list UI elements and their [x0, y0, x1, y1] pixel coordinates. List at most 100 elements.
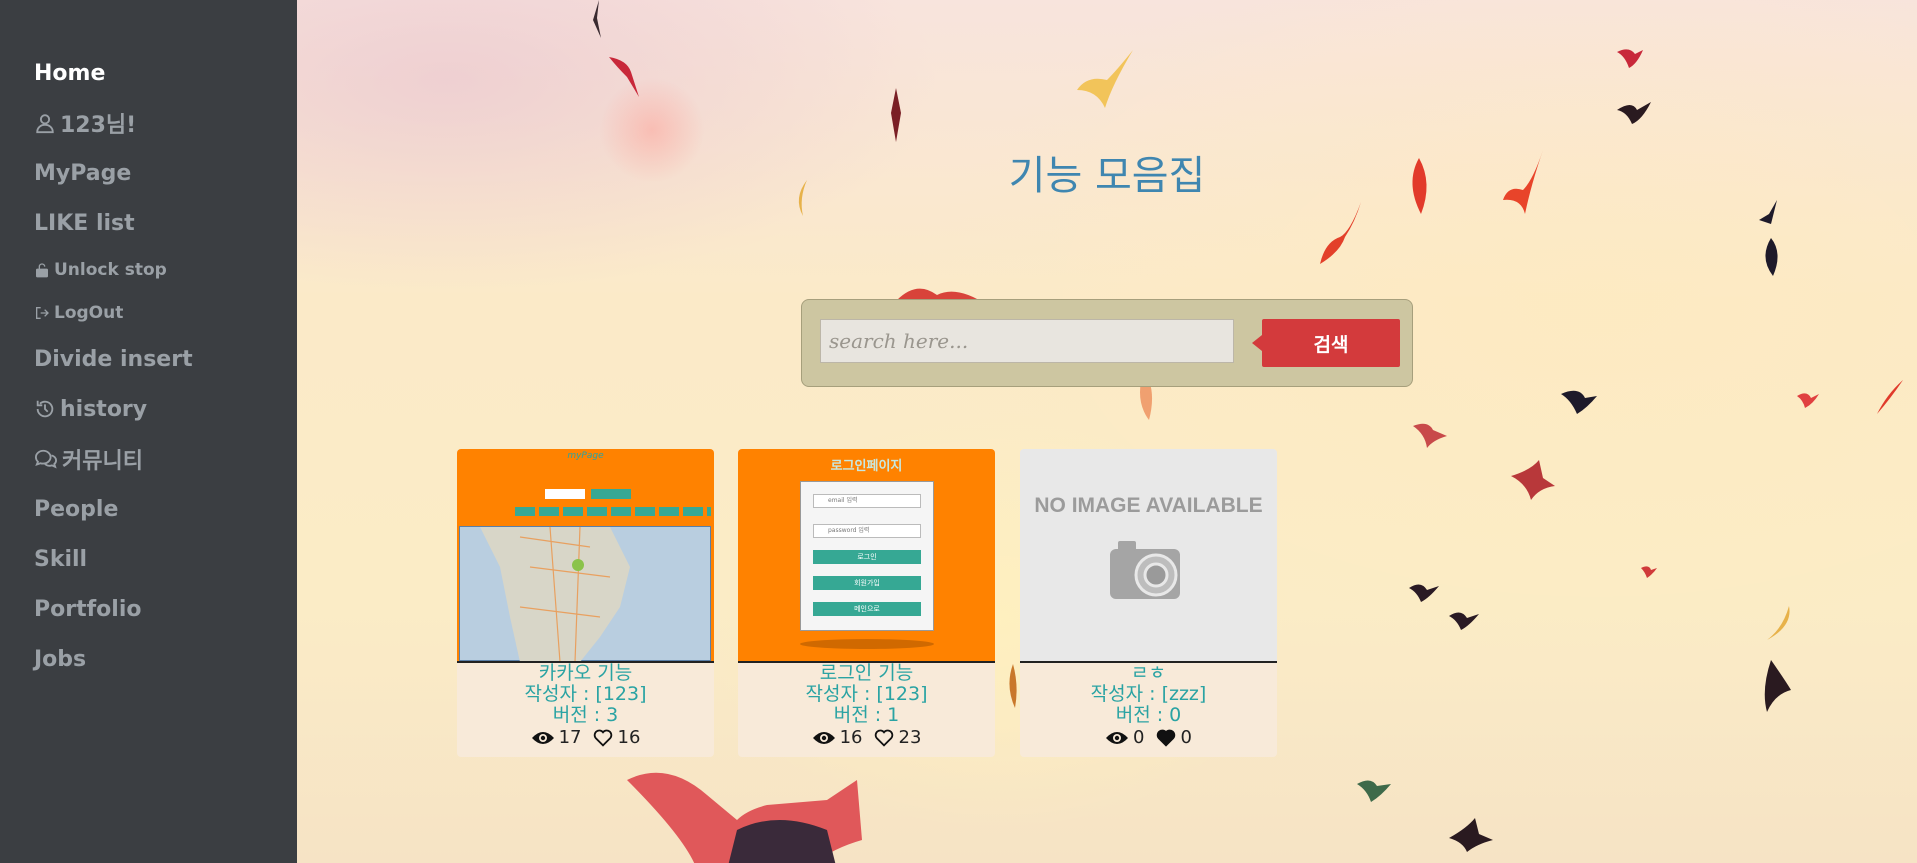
- like-count: 0: [1180, 727, 1192, 748]
- sidebar-item-portfolio[interactable]: Portfolio: [0, 584, 297, 634]
- map-preview: [459, 526, 711, 661]
- bird-decoration-icon: [1413, 423, 1447, 448]
- sidebar-item-history[interactable]: history: [0, 384, 297, 434]
- bird-decoration-icon: [1877, 380, 1903, 414]
- view-count: 0: [1133, 727, 1145, 748]
- sidebar-item-label: People: [34, 496, 119, 522]
- feature-card[interactable]: 로그인페이지 email 입력 password 입력 로그인 회원가입 메인으…: [738, 449, 995, 757]
- thumbnail-title: 로그인페이지: [830, 459, 903, 474]
- thumbnail-button: 메인으로: [813, 602, 921, 616]
- feature-card[interactable]: myPage 카카오 기능 작성자 : [123] 버전 : 3 17 16: [457, 449, 714, 757]
- sidebar-item-label: Divide insert: [34, 346, 193, 372]
- card-thumbnail[interactable]: myPage: [457, 449, 714, 663]
- user-icon: [34, 112, 56, 134]
- card-version: 버전 : 1: [833, 704, 900, 726]
- sidebar-item-mypage[interactable]: MyPage: [0, 148, 297, 198]
- sidebar-item-label: Home: [34, 60, 106, 86]
- bird-decoration-icon: [593, 0, 601, 38]
- card-stats: 0 0: [1020, 727, 1277, 749]
- thumbnail-button: 로그인: [813, 550, 921, 564]
- sidebar-item-label: Unlock stop: [54, 259, 167, 280]
- history-icon: [34, 398, 56, 420]
- bird-decoration-icon: [1511, 460, 1555, 500]
- bird-decoration-icon: [1449, 818, 1493, 852]
- card-version: 버전 : 0: [1115, 704, 1182, 726]
- sidebar-item-jobs[interactable]: Jobs: [0, 634, 297, 684]
- eye-icon: [812, 732, 835, 744]
- sidebar-item-divide-insert[interactable]: Divide insert: [0, 334, 297, 384]
- bird-decoration-icon: [1641, 566, 1657, 578]
- bird-decoration-icon: [1320, 202, 1361, 264]
- thumbnail-field: password 입력: [813, 524, 921, 538]
- bird-decoration-icon: [1617, 102, 1651, 124]
- card-title: 카카오 기능: [538, 662, 633, 684]
- heart-outline-icon[interactable]: [873, 729, 895, 747]
- sidebar-item-label: LIKE list: [34, 210, 135, 236]
- card-author: 작성자 : [123]: [805, 683, 928, 705]
- thumbnail-field: email 입력: [813, 494, 921, 508]
- like-count: 23: [898, 727, 922, 748]
- card-version: 버전 : 3: [552, 704, 619, 726]
- bird-decoration-icon: [1617, 49, 1643, 68]
- sidebar-item-community[interactable]: 커뮤니티: [0, 434, 297, 484]
- search-input[interactable]: [820, 319, 1234, 363]
- bird-decoration-icon: [1765, 238, 1778, 276]
- sidebar-item-like-list[interactable]: LIKE list: [0, 198, 297, 248]
- sidebar-item-label: Portfolio: [34, 596, 142, 622]
- heart-filled-icon[interactable]: [1155, 729, 1177, 747]
- thumbnail-title: myPage: [567, 451, 604, 461]
- thumbnail-button: 회원가입: [813, 576, 921, 590]
- sidebar-item-label: MyPage: [34, 160, 132, 186]
- sidebar-item-label: history: [60, 396, 148, 422]
- card-author: 작성자 : [123]: [524, 683, 647, 705]
- view-count: 17: [558, 727, 582, 748]
- bird-decoration-icon: [891, 88, 901, 142]
- unlock-icon: [34, 262, 50, 278]
- sidebar-item-label: Skill: [34, 546, 88, 572]
- like-count: 16: [617, 727, 641, 748]
- bird-decoration-icon: [1357, 780, 1391, 802]
- card-thumbnail[interactable]: 로그인페이지 email 입력 password 입력 로그인 회원가입 메인으…: [738, 449, 995, 663]
- eye-icon: [531, 732, 554, 744]
- card-stats: 17 16: [457, 727, 714, 749]
- sidebar-item-label: Jobs: [34, 646, 87, 672]
- logout-icon: [34, 305, 50, 321]
- sidebar-item-skill[interactable]: Skill: [0, 534, 297, 584]
- bird-decoration-icon: [1764, 660, 1791, 712]
- card-author: 작성자 : [zzz]: [1090, 683, 1207, 705]
- bird-decoration-icon: [1767, 606, 1790, 640]
- bird-decoration-icon: [1077, 50, 1133, 108]
- sidebar-item-user[interactable]: 123님!: [0, 98, 297, 148]
- no-image-text: NO IMAGE AVAILABLE: [1034, 494, 1263, 517]
- card-thumbnail[interactable]: NO IMAGE AVAILABLE: [1020, 449, 1277, 663]
- page-title: 기능 모음집: [1008, 153, 1206, 199]
- search-button[interactable]: 검색: [1252, 319, 1400, 367]
- card-title: 로그인 기능: [819, 662, 914, 684]
- sidebar-item-unlock-stop[interactable]: Unlock stop: [0, 248, 297, 291]
- eye-icon: [1106, 732, 1129, 744]
- sidebar-item-home[interactable]: Home: [0, 48, 297, 98]
- person-silhouette-icon: [627, 772, 862, 863]
- sidebar-item-label: LogOut: [54, 302, 124, 323]
- sidebar-item-label: 커뮤니티: [62, 449, 143, 474]
- sidebar-item-label: 123님!: [60, 113, 137, 138]
- bird-decoration-icon: [1009, 664, 1017, 708]
- bird-decoration-icon: [1561, 390, 1597, 414]
- bird-decoration-icon: [1449, 612, 1479, 630]
- card-stats: 16 23: [738, 727, 995, 749]
- main-content: 기능 모음집 검색 myPage 카카오 기능 작성자 : [123] 버전 :…: [297, 0, 1917, 863]
- feature-card[interactable]: NO IMAGE AVAILABLE ㄹㅎ 작성자 : [zzz] 버전 : 0…: [1020, 449, 1277, 757]
- search-box: 검색: [801, 299, 1413, 387]
- sidebar-item-logout[interactable]: LogOut: [0, 291, 297, 334]
- bird-decoration-icon: [1797, 393, 1819, 408]
- camera-icon: [1110, 541, 1180, 599]
- heart-outline-icon[interactable]: [592, 729, 614, 747]
- view-count: 16: [839, 727, 863, 748]
- bird-decoration-icon: [1759, 200, 1777, 224]
- card-title: ㄹㅎ: [1131, 662, 1166, 684]
- bird-decoration-icon: [609, 57, 639, 97]
- bird-decoration-icon: [1409, 584, 1439, 602]
- chat-icon: [34, 448, 58, 470]
- sidebar: Home 123님! MyPage LIKE list Unlock stop …: [0, 0, 297, 863]
- sidebar-item-people[interactable]: People: [0, 484, 297, 534]
